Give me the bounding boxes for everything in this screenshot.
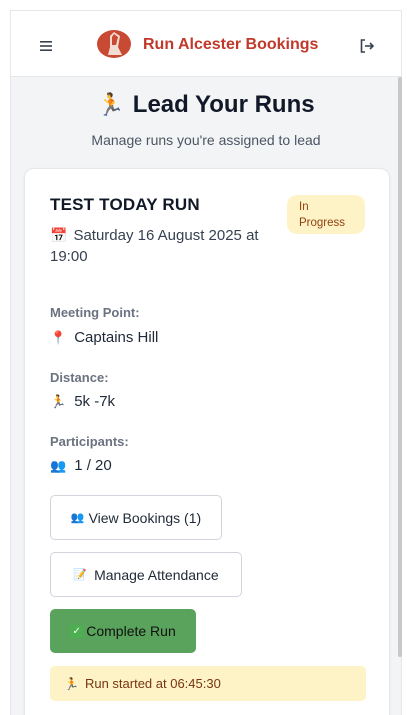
page-title-text: Lead Your Runs bbox=[132, 91, 315, 118]
participants-label: Participants: bbox=[50, 434, 129, 449]
memo-icon: 📝 bbox=[73, 569, 88, 581]
scrollbar[interactable] bbox=[398, 77, 402, 657]
participants-text: 1 / 20 bbox=[74, 457, 112, 474]
distance-text: 5k -7k bbox=[74, 393, 116, 410]
logout-icon[interactable] bbox=[357, 36, 377, 56]
location-pin-icon: 📍 bbox=[50, 330, 67, 345]
complete-run-button[interactable]: ✓ Complete Run bbox=[50, 609, 196, 653]
manage-attendance-button[interactable]: 📝 Manage Attendance bbox=[50, 552, 242, 597]
people-icon: 👥 bbox=[70, 512, 85, 524]
people-icon: 👥 bbox=[50, 458, 67, 473]
meeting-point-label: Meeting Point: bbox=[50, 305, 140, 320]
meeting-point-value: 📍 Captains Hill bbox=[50, 329, 158, 346]
manage-attendance-label: Manage Attendance bbox=[94, 566, 219, 583]
app-brand-title[interactable]: Run Alcester Bookings bbox=[143, 36, 318, 54]
run-started-text: Run started at 06:45:30 bbox=[84, 676, 221, 691]
check-icon: ✓ bbox=[70, 624, 84, 638]
run-date-text: Saturday 16 August 2025 at 19:00 bbox=[50, 227, 259, 265]
runner-icon: 🏃 bbox=[64, 676, 79, 691]
participants-value: 👥 1 / 20 bbox=[50, 457, 112, 474]
run-title: TEST TODAY RUN bbox=[50, 195, 200, 214]
distance-label: Distance: bbox=[50, 370, 109, 385]
runner-icon: 🏃 bbox=[97, 92, 125, 117]
app-frame: Run Alcester Bookings 🏃 Lead Your Runs Ma… bbox=[10, 10, 402, 715]
complete-run-label: Complete Run bbox=[86, 623, 176, 639]
view-bookings-label: View Bookings (1) bbox=[88, 509, 202, 526]
distance-value: 🏃 5k -7k bbox=[50, 393, 115, 410]
view-bookings-button[interactable]: 👥 View Bookings (1) bbox=[50, 495, 222, 540]
page-subtitle: Manage runs you're assigned to lead bbox=[91, 132, 321, 148]
brand-logo-icon bbox=[97, 30, 131, 58]
top-header: Run Alcester Bookings bbox=[11, 11, 401, 77]
hamburger-menu-icon[interactable] bbox=[36, 36, 56, 56]
calendar-icon: 📅 bbox=[50, 227, 68, 243]
status-badge: In Progress bbox=[287, 195, 365, 234]
run-started-banner: 🏃 Run started at 06:45:30 bbox=[50, 666, 366, 701]
page-title: 🏃 Lead Your Runs bbox=[11, 91, 401, 119]
runner-icon: 🏃 bbox=[50, 394, 67, 409]
meeting-point-text: Captains Hill bbox=[74, 329, 159, 346]
run-date: 📅 Saturday 16 August 2025 at 19:00 bbox=[50, 225, 290, 267]
run-card: TEST TODAY RUN In Progress 📅 Saturday 16 … bbox=[24, 168, 390, 715]
